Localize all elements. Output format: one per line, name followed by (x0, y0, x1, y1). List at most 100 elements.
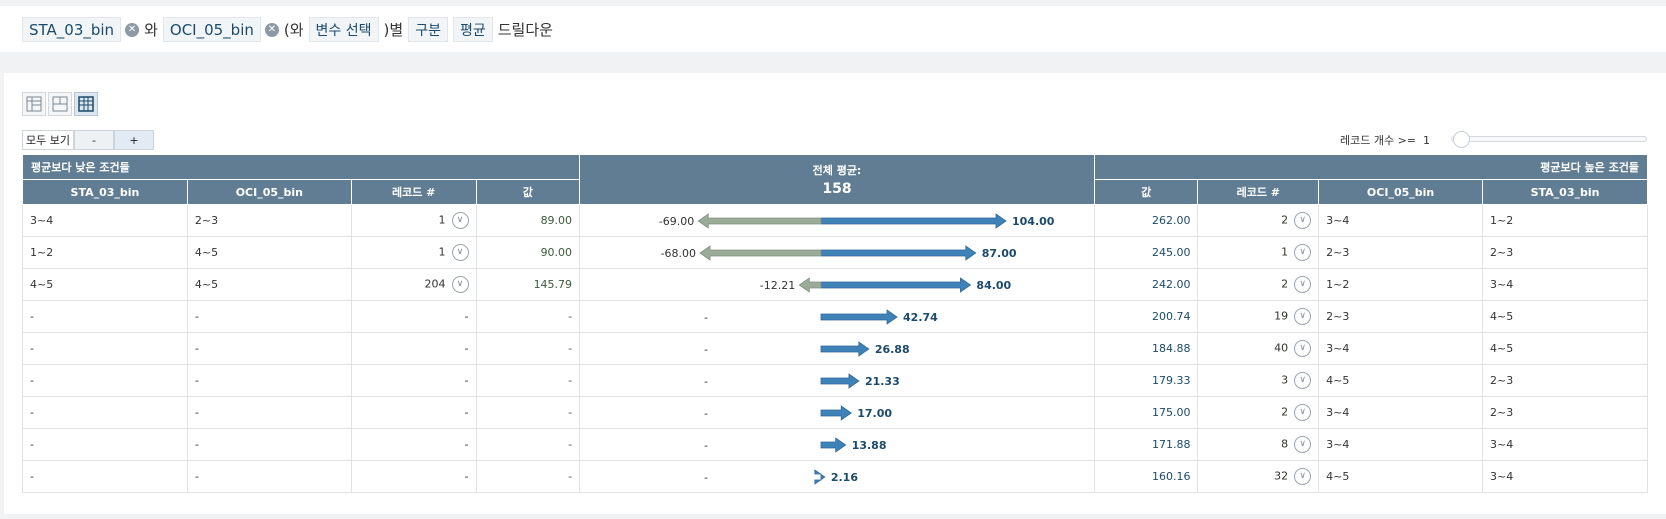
low-deviation-label: - (704, 343, 708, 356)
high-deviation-arrow (820, 436, 847, 453)
deviation-chart: 2.16 - (704, 468, 858, 485)
high-sta-cell: 3~4 (1482, 460, 1648, 493)
record-filter-value: 1 (1423, 134, 1431, 147)
show-all-button[interactable]: 모두 보기 (22, 130, 74, 150)
expand-row-icon[interactable]: ∨ (1294, 276, 1312, 293)
deviation-chart: 26.88 - (704, 340, 910, 357)
expand-row-icon[interactable]: ∨ (1294, 468, 1312, 485)
grid-view-button[interactable] (74, 92, 98, 116)
chip-label: OCI_05_bin (169, 20, 254, 39)
low-oci-cell: - (186, 364, 352, 397)
high-sta-cell: 1~2 (1482, 204, 1648, 237)
high-count-cell: 8 ∨ (1197, 428, 1320, 461)
high-deviation-arrow (820, 308, 898, 325)
expand-row-icon[interactable]: ∨ (451, 276, 469, 293)
low-oci-cell: - (186, 332, 352, 365)
low-sta-cell: - (22, 396, 188, 429)
col-header[interactable]: STA_03_bin (22, 179, 188, 205)
low-count-value: - (464, 438, 469, 451)
low-deviation-label: - (704, 375, 708, 388)
record-slider-track[interactable] (1451, 136, 1647, 142)
high-count-cell: 3 ∨ (1197, 364, 1320, 397)
deviation-chart: 104.00 -69.00 (659, 212, 1055, 229)
expand-row-icon[interactable]: ∨ (1294, 308, 1312, 325)
high-value-cell: 242.00 (1093, 268, 1199, 301)
expand-row-icon[interactable]: ∨ (1294, 436, 1312, 453)
low-sta-cell: 3~4 (22, 204, 188, 237)
high-deviation-label: 87.00 (982, 247, 1017, 260)
high-value-cell: 160.16 (1093, 460, 1199, 493)
high-count-value: 40 (1274, 341, 1289, 355)
remove-oci-icon[interactable]: ✕ (264, 22, 279, 37)
variable-chip-oci[interactable]: OCI_05_bin (162, 17, 261, 42)
table-row: 1~2 4~5 1 ∨ 90.00 87.00 -68.00 245.00 1 ∨ 2~3 2~3 (22, 236, 1648, 269)
mean-button[interactable]: 평균 (452, 17, 493, 42)
expand-row-icon[interactable]: ∨ (451, 212, 469, 229)
high-deviation-label: 2.16 (831, 471, 858, 484)
col-header[interactable]: 레코드 # (1197, 179, 1320, 205)
high-sta-cell: 3~4 (1482, 428, 1648, 461)
low-deviation-label: - (704, 471, 708, 484)
col-header[interactable]: OCI_05_bin (186, 179, 352, 205)
low-oci-cell: 4~5 (186, 236, 352, 269)
expand-row-icon[interactable]: ∨ (451, 244, 469, 261)
high-count-value: 2 (1281, 277, 1289, 291)
low-value-cell: - (475, 460, 581, 493)
low-value-cell: - (475, 396, 581, 429)
high-sta-cell: 2~3 (1482, 364, 1648, 397)
variable-chip-sta[interactable]: STA_03_bin (22, 17, 122, 42)
low-group-header: 평균보다 낮은 조건들 (21, 154, 581, 180)
low-count-cell: - (350, 332, 477, 365)
high-sta-cell: 3~4 (1482, 268, 1648, 301)
low-oci-cell: 4~5 (186, 268, 352, 301)
low-count-cell: 1 ∨ (350, 236, 477, 269)
low-value-cell: - (475, 332, 581, 365)
low-deviation-arrow (697, 212, 822, 229)
col-header[interactable]: OCI_05_bin (1318, 179, 1484, 205)
low-count-value: 1 (438, 245, 446, 259)
low-sta-cell: - (22, 300, 188, 333)
high-value-cell: 171.88 (1093, 428, 1199, 461)
deviation-chart: 13.88 - (704, 436, 887, 453)
high-oci-cell: 2~3 (1318, 300, 1484, 333)
high-deviation-label: 13.88 (852, 439, 887, 452)
low-deviation-arrow (699, 244, 822, 261)
col-header[interactable]: STA_03_bin (1482, 179, 1648, 205)
table-view-button[interactable] (22, 92, 46, 116)
expand-row-icon[interactable]: ∨ (1294, 372, 1312, 389)
overall-average-label: 전체 평균: (812, 163, 862, 177)
high-sta-cell: 2~3 (1482, 236, 1648, 269)
high-deviation-arrow (820, 404, 853, 421)
expand-row-icon[interactable]: ∨ (1294, 404, 1312, 421)
low-deviation-label: -69.00 (659, 215, 694, 228)
table-row: - - - -26.88-184.88 40 ∨ 3~4 4~5 (22, 332, 1648, 365)
col-header[interactable]: 레코드 # (350, 179, 477, 205)
expand-controls: 모두 보기 - + (22, 130, 154, 150)
overall-average-header: 전체 평균: 158 (579, 154, 1095, 205)
expand-row-icon[interactable]: ∨ (1294, 212, 1312, 229)
high-oci-cell: 3~4 (1318, 396, 1484, 429)
chip-label: STA_03_bin (29, 20, 115, 39)
high-count-value: 1 (1281, 245, 1289, 259)
deviation-chart: 21.33 - (704, 372, 900, 389)
high-group-header: 평균보다 높은 조건들 (1093, 154, 1649, 180)
low-value-cell: - (475, 300, 581, 333)
col-header[interactable]: 값 (475, 179, 581, 205)
low-count-value: - (464, 342, 469, 355)
high-oci-cell: 1~2 (1318, 268, 1484, 301)
high-count-value: 8 (1281, 437, 1289, 451)
collapse-button[interactable]: - (74, 130, 114, 150)
high-count-cell: 1 ∨ (1197, 236, 1320, 269)
variable-select-button[interactable]: 변수 선택 (308, 17, 379, 42)
split-view-button[interactable] (48, 92, 72, 116)
grouping-button[interactable]: 구분 (408, 17, 448, 42)
low-deviation-label: -12.21 (760, 279, 795, 292)
expand-row-icon[interactable]: ∨ (1294, 340, 1312, 357)
record-slider-handle[interactable] (1453, 131, 1470, 148)
expand-button[interactable]: + (114, 130, 154, 150)
drilldown-text: 드릴다운 (497, 21, 553, 39)
col-header[interactable]: 값 (1093, 179, 1199, 205)
low-oci-cell: - (186, 300, 352, 333)
expand-row-icon[interactable]: ∨ (1294, 244, 1312, 261)
remove-sta-icon[interactable]: ✕ (125, 22, 140, 37)
